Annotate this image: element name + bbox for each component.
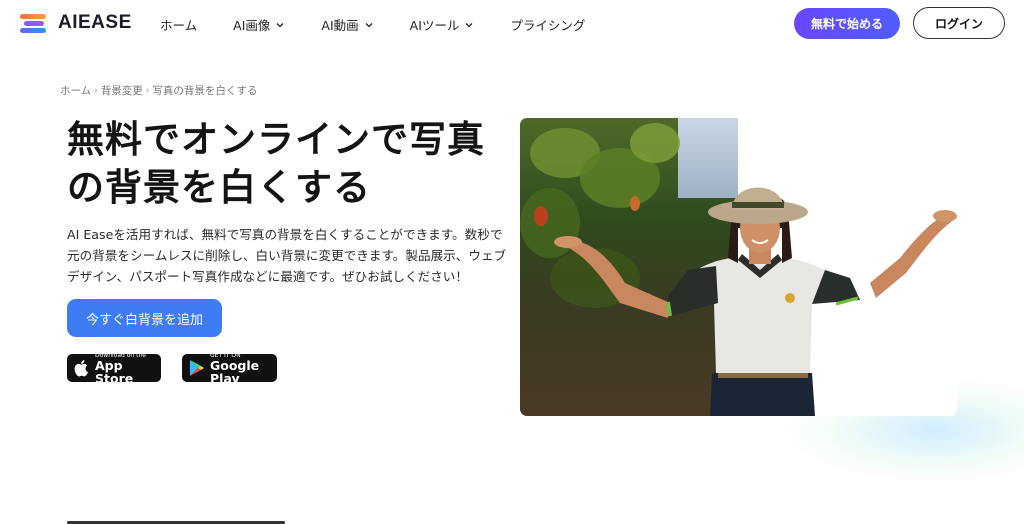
login-button[interactable]: ログイン xyxy=(913,7,1005,39)
nav-ai-image[interactable]: AI画像 xyxy=(233,15,285,34)
chevron-down-icon xyxy=(276,22,284,27)
apple-icon xyxy=(74,359,90,377)
nav-ai-video-label: AI動画 xyxy=(321,18,359,33)
nav-pricing-label: プライシング xyxy=(510,18,586,33)
page-title-line2: の背景を白くする xyxy=(67,166,371,209)
nav-ai-image-label: AI画像 xyxy=(233,18,271,33)
app-store-button[interactable]: Download on the App Store xyxy=(67,352,161,386)
google-play-icon xyxy=(189,359,205,377)
logo[interactable]: AIEASE xyxy=(20,12,132,34)
logo-text: AIEASE xyxy=(58,12,132,33)
chevron-down-icon xyxy=(465,22,473,27)
hero-description: AI Easeを活用すれば、無料で写真の背景を白くすることができます。数秒で元の… xyxy=(67,227,507,284)
breadcrumb-separator: › xyxy=(145,85,150,96)
page-title: 無料でオンラインで写真 の背景を白くする xyxy=(67,116,507,212)
nav-ai-tools[interactable]: AIツール xyxy=(410,15,475,34)
app-store-big-text: App Store xyxy=(95,357,134,386)
logo-icon xyxy=(20,12,50,34)
google-play-big-text: Google Play xyxy=(210,357,260,386)
breadcrumb-home[interactable]: ホーム xyxy=(60,83,91,98)
start-free-button[interactable]: 無料で始める xyxy=(794,8,900,39)
add-white-background-button[interactable]: 今すぐ白背景を追加 xyxy=(67,299,222,337)
breadcrumb: ホーム › 背景変更 › 写真の背景を白くする xyxy=(60,83,257,98)
breadcrumb-current: 写真の背景を白くする xyxy=(152,85,258,97)
nav-pricing[interactable]: プライシング xyxy=(510,15,585,34)
nav-home-label: ホーム xyxy=(160,18,198,33)
nav-ai-video[interactable]: AI動画 xyxy=(321,15,373,34)
chevron-down-icon xyxy=(365,22,373,27)
hero-image xyxy=(520,118,957,416)
main-nav: ホーム AI画像 AI動画 AIツール プライシング xyxy=(160,15,621,34)
google-play-button[interactable]: GET IT ON Google Play xyxy=(182,352,277,386)
woman-with-hat-illustration xyxy=(554,187,957,416)
nav-home[interactable]: ホーム xyxy=(160,15,197,34)
breadcrumb-separator: › xyxy=(94,85,98,96)
breadcrumb-background-change[interactable]: 背景変更 xyxy=(101,83,143,98)
page-title-line1: 無料でオンラインで写真 xyxy=(67,118,485,161)
nav-ai-tools-label: AIツール xyxy=(409,18,460,33)
site-header: AIEASE ホーム AI画像 AI動画 AIツール プライシング 無料で始める… xyxy=(0,0,1024,46)
